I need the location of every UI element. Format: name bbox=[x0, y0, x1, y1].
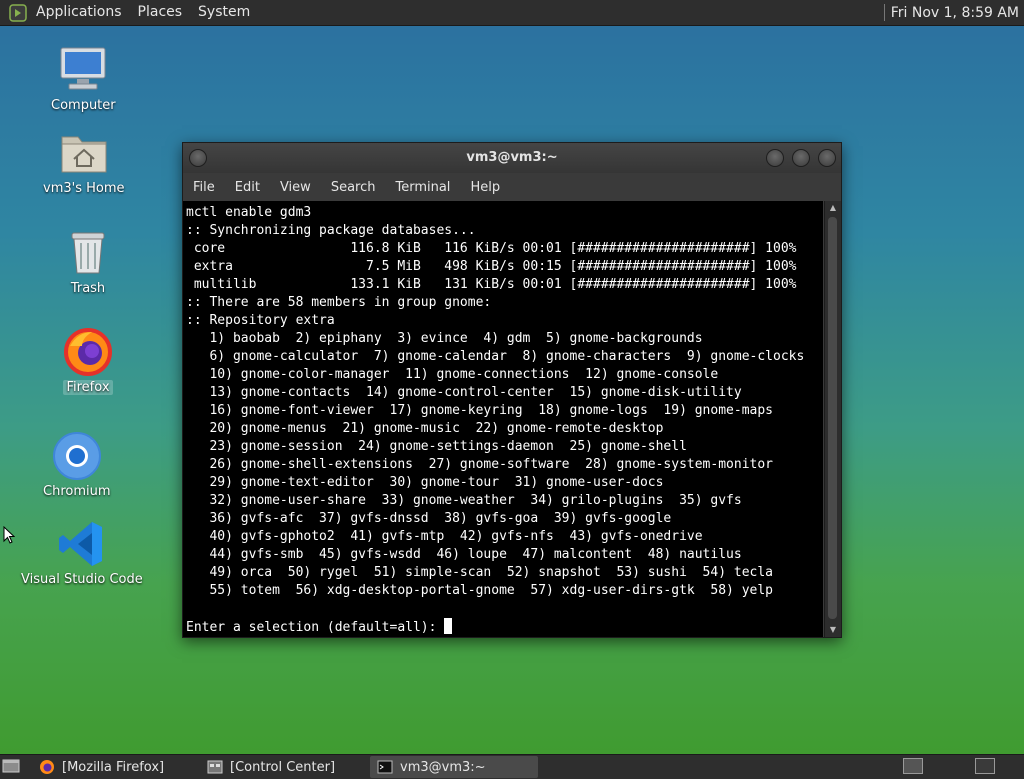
mate-logo-icon[interactable] bbox=[8, 3, 28, 23]
terminal-line: 23) gnome-session 24) gnome-settings-dae… bbox=[186, 439, 687, 454]
desktop-icon-label: vm3's Home bbox=[43, 181, 125, 196]
applications-menu[interactable]: Applications bbox=[28, 0, 130, 25]
terminal-line: 44) gvfs-smb 45) gvfs-wsdd 46) loupe 47)… bbox=[186, 547, 742, 562]
control-center-icon bbox=[206, 758, 224, 776]
desktop-icon-firefox[interactable]: Firefox bbox=[62, 326, 114, 395]
scroll-down-arrow-icon[interactable]: ▼ bbox=[825, 623, 841, 637]
task-label: [Control Center] bbox=[230, 759, 336, 775]
desktop-icon-trash[interactable]: Trash bbox=[62, 227, 114, 296]
desktop-icon-vscode[interactable]: Visual Studio Code bbox=[18, 518, 146, 587]
terminal-line: 32) gnome-user-share 33) gnome-weather 3… bbox=[186, 493, 742, 508]
task-control-center[interactable]: [Control Center] bbox=[200, 756, 368, 778]
menu-view[interactable]: View bbox=[270, 180, 321, 195]
terminal-icon bbox=[376, 758, 394, 776]
terminal-lines: mctl enable gdm3:: Synchronizing package… bbox=[186, 204, 804, 637]
terminal-line: 13) gnome-contacts 14) gnome-control-cen… bbox=[186, 385, 742, 400]
minimize-button[interactable] bbox=[766, 149, 784, 167]
terminal-window: vm3@vm3:~ File Edit View Search Terminal… bbox=[182, 142, 842, 638]
terminal-line: 6) gnome-calculator 7) gnome-calendar 8)… bbox=[186, 349, 805, 364]
terminal-prompt: Enter a selection (default=all): bbox=[186, 620, 445, 635]
terminal-line: 55) totem 56) xdg-desktop-portal-gnome 5… bbox=[186, 583, 773, 598]
task-label: [Mozilla Firefox] bbox=[62, 759, 165, 775]
workspace-switcher-1[interactable] bbox=[903, 758, 923, 774]
terminal-line: :: Synchronizing package databases... bbox=[186, 223, 476, 238]
home-folder-icon bbox=[58, 127, 110, 179]
firefox-icon bbox=[62, 326, 114, 378]
task-label: vm3@vm3:~ bbox=[400, 759, 486, 775]
clock[interactable]: Fri Nov 1, 8:59 AM bbox=[891, 5, 1024, 21]
workspace-switcher-2[interactable] bbox=[975, 758, 995, 774]
system-menu[interactable]: System bbox=[190, 0, 258, 25]
menu-terminal[interactable]: Terminal bbox=[385, 180, 460, 195]
show-desktop-icon[interactable] bbox=[2, 758, 20, 774]
vscode-icon bbox=[56, 518, 108, 570]
terminal-line: :: There are 58 members in group gnome: bbox=[186, 295, 492, 310]
maximize-button[interactable] bbox=[792, 149, 810, 167]
terminal-line: 40) gvfs-gphoto2 41) gvfs-mtp 42) gvfs-n… bbox=[186, 529, 703, 544]
trash-icon bbox=[62, 227, 114, 279]
task-terminal[interactable]: vm3@vm3:~ bbox=[370, 756, 538, 778]
terminal-line: 1) baobab 2) epiphany 3) evince 4) gdm 5… bbox=[186, 331, 703, 346]
terminal-line: 36) gvfs-afc 37) gvfs-dnssd 38) gvfs-goa… bbox=[186, 511, 672, 526]
terminal-menubar: File Edit View Search Terminal Help bbox=[183, 173, 841, 201]
terminal-line: 49) orca 50) rygel 51) simple-scan 52) s… bbox=[186, 565, 773, 580]
desktop-icon-label: Firefox bbox=[63, 380, 113, 395]
desktop-icon-label: Chromium bbox=[43, 484, 111, 499]
text-cursor bbox=[444, 618, 453, 634]
panel-separator bbox=[883, 4, 885, 21]
mouse-pointer-icon bbox=[3, 526, 15, 544]
terminal-line: mctl enable gdm3 bbox=[186, 205, 312, 220]
scrollbar-thumb[interactable] bbox=[828, 217, 837, 619]
terminal-line: 29) gnome-text-editor 30) gnome-tour 31)… bbox=[186, 475, 664, 490]
desktop-icon-computer[interactable]: Computer bbox=[48, 44, 119, 113]
terminal-line: 20) gnome-menus 21) gnome-music 22) gnom… bbox=[186, 421, 664, 436]
desktop-icon-home[interactable]: vm3's Home bbox=[40, 127, 128, 196]
menu-file[interactable]: File bbox=[183, 180, 225, 195]
terminal-line: 10) gnome-color-manager 11) gnome-connec… bbox=[186, 367, 719, 382]
scroll-up-arrow-icon[interactable]: ▲ bbox=[825, 201, 841, 215]
terminal-output[interactable]: mctl enable gdm3:: Synchronizing package… bbox=[183, 201, 823, 637]
menu-edit[interactable]: Edit bbox=[225, 180, 270, 195]
close-button[interactable] bbox=[818, 149, 836, 167]
menu-search[interactable]: Search bbox=[321, 180, 386, 195]
terminal-line: :: Repository extra bbox=[186, 313, 335, 328]
window-titlebar[interactable]: vm3@vm3:~ bbox=[183, 143, 841, 173]
terminal-line: multilib 133.1 KiB 131 KiB/s 00:01 [####… bbox=[186, 277, 797, 292]
top-panel: Applications Places System Fri Nov 1, 8:… bbox=[0, 0, 1024, 26]
desktop-icon-chromium[interactable]: Chromium bbox=[40, 430, 114, 499]
terminal-line: 16) gnome-font-viewer 17) gnome-keyring … bbox=[186, 403, 773, 418]
terminal-prompt-line[interactable]: Enter a selection (default=all): bbox=[186, 618, 804, 637]
terminal-line: 26) gnome-shell-extensions 27) gnome-sof… bbox=[186, 457, 773, 472]
menu-help[interactable]: Help bbox=[460, 180, 510, 195]
computer-icon bbox=[57, 44, 109, 96]
task-firefox[interactable]: [Mozilla Firefox] bbox=[32, 756, 200, 778]
terminal-scrollbar[interactable]: ▲ ▼ bbox=[824, 201, 841, 637]
desktop-icon-label: Computer bbox=[51, 98, 116, 113]
firefox-icon bbox=[38, 758, 56, 776]
desktop-icon-label: Trash bbox=[70, 281, 106, 296]
window-title: vm3@vm3:~ bbox=[466, 150, 558, 165]
chromium-icon bbox=[51, 430, 103, 482]
terminal-line: extra 7.5 MiB 498 KiB/s 00:15 [#########… bbox=[186, 259, 797, 274]
places-menu[interactable]: Places bbox=[130, 0, 191, 25]
desktop-icon-label: Visual Studio Code bbox=[21, 572, 143, 587]
terminal-line: core 116.8 KiB 116 KiB/s 00:01 [########… bbox=[186, 241, 797, 256]
bottom-panel: [Mozilla Firefox] [Control Center] vm3@v… bbox=[0, 754, 1024, 779]
